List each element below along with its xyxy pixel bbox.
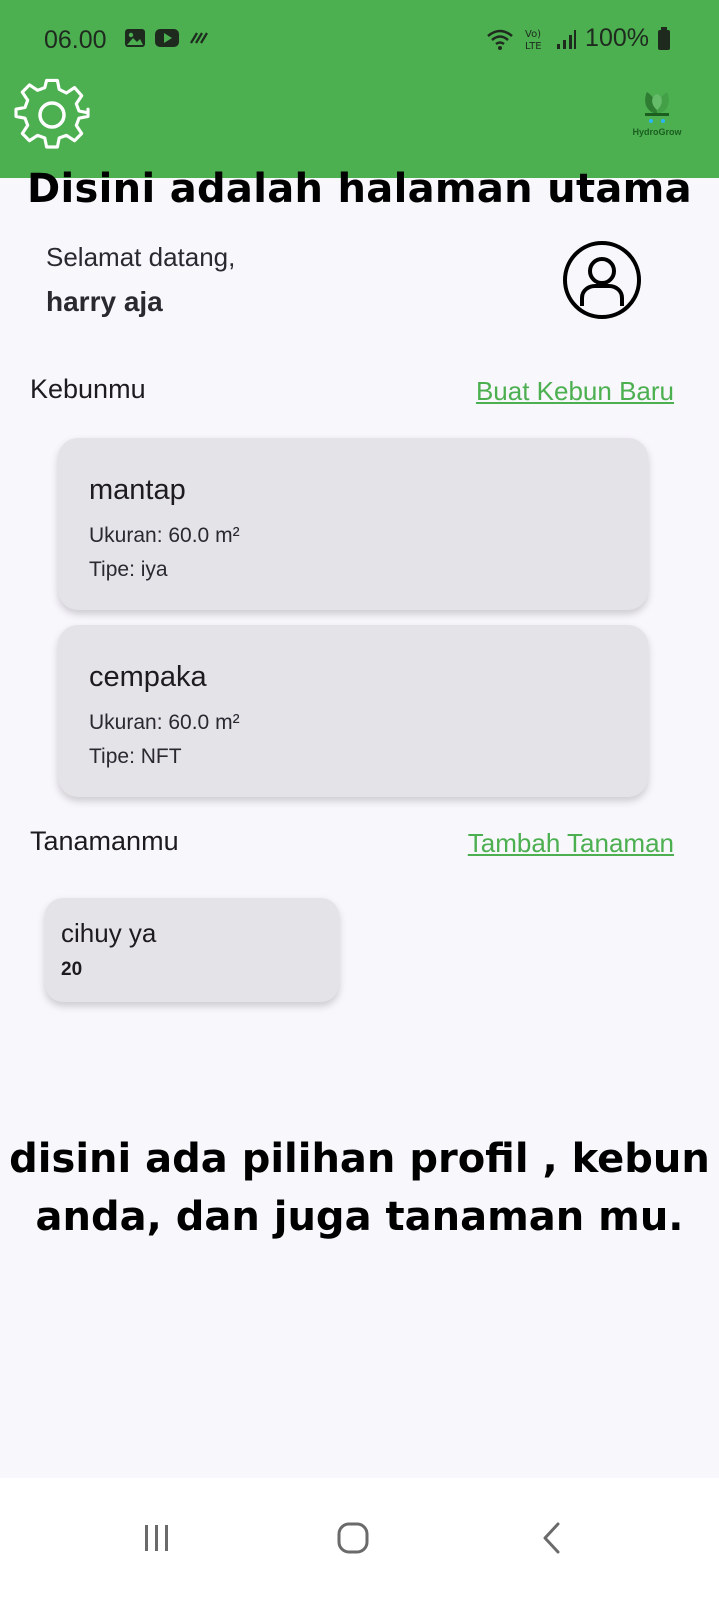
plant-quantity: 20 — [61, 959, 83, 980]
system-nav-bar — [0, 1478, 719, 1600]
plant-card[interactable]: cihuy ya 20 — [45, 898, 339, 1002]
signal-icon — [557, 29, 577, 49]
status-system-icons: Vo) LTE 100% — [485, 24, 671, 53]
wifi-icon — [487, 29, 513, 50]
settings-button[interactable] — [12, 78, 92, 158]
gear-icon — [14, 78, 90, 149]
plant-logo-icon — [645, 92, 669, 123]
logo-text: HydroGrow — [632, 127, 682, 137]
svg-text:LTE: LTE — [525, 41, 542, 52]
profile-icon — [563, 241, 641, 319]
garden-type: Tipe: NFT — [89, 745, 182, 768]
garden-card[interactable]: cempaka Ukuran: 60.0 m² Tipe: NFT — [58, 625, 648, 797]
recents-icon — [145, 1525, 168, 1551]
garden-size: Ukuran: 60.0 m² — [89, 711, 240, 734]
battery-icon — [658, 26, 670, 50]
volte-icon: Vo) LTE — [525, 29, 542, 52]
battery-percentage: 100% — [585, 24, 649, 52]
hydrogrow-logo: HydroGrow — [626, 86, 688, 148]
create-garden-link[interactable]: Buat Kebun Baru — [476, 376, 674, 407]
app-bar: 06.00 Vo) LTE 100% HydroGrow — [0, 0, 719, 178]
status-notification-icons — [124, 28, 210, 48]
svg-text:Vo): Vo) — [525, 29, 541, 40]
add-plant-link[interactable]: Tambah Tanaman — [468, 828, 674, 859]
overlay-title: Disini adalah halaman utama — [27, 166, 692, 212]
back-button[interactable] — [522, 1508, 582, 1568]
garden-name: cempaka — [89, 661, 207, 693]
garden-name: mantap — [89, 474, 186, 506]
gardens-section-title: Kebunmu — [30, 374, 146, 404]
gallery-icon — [125, 29, 145, 47]
youtube-icon — [155, 29, 179, 47]
overlay-caption-line2: anda, dan juga tanaman mu. — [35, 1194, 684, 1240]
garden-type: Tipe: iya — [89, 558, 168, 581]
garden-size: Ukuran: 60.0 m² — [89, 524, 240, 547]
plants-section-title: Tanamanmu — [30, 826, 179, 856]
welcome-greeting: Selamat datang, — [46, 242, 236, 272]
home-icon — [337, 1522, 369, 1554]
overlay-caption: disini ada pilihan profil , kebun anda, … — [0, 1130, 719, 1246]
home-button[interactable] — [323, 1508, 383, 1568]
username: harry aja — [46, 286, 163, 317]
data-icon — [190, 32, 208, 44]
plant-name: cihuy ya — [61, 918, 157, 948]
status-time: 06.00 — [44, 26, 107, 54]
garden-card[interactable]: mantap Ukuran: 60.0 m² Tipe: iya — [58, 438, 648, 610]
back-icon — [543, 1522, 560, 1554]
recents-button[interactable] — [127, 1508, 187, 1568]
overlay-caption-line1: disini ada pilihan profil , kebun — [9, 1136, 710, 1182]
profile-button[interactable] — [562, 240, 642, 320]
